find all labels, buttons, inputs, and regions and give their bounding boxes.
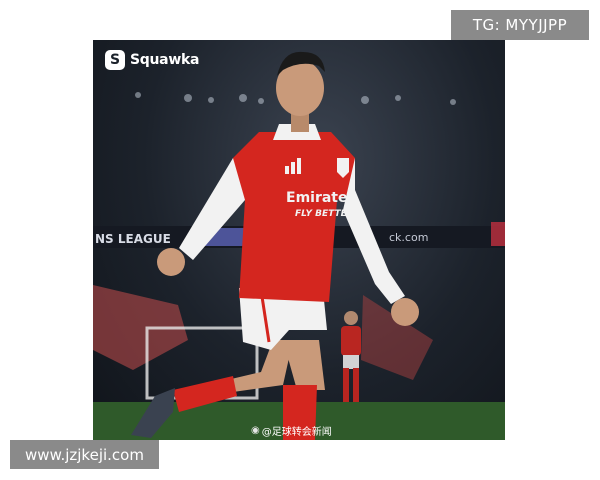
led-board-edge — [491, 222, 505, 246]
squawka-logo: S Squawka — [105, 50, 199, 70]
kit-sponsor-line2: FLY BETTER — [295, 209, 354, 219]
football-photo: NS LEAGUE ck.com Emirates FLY BETTER S S… — [93, 40, 505, 440]
photo-scene: NS LEAGUE ck.com Emirates FLY BETTER — [93, 51, 505, 440]
squawka-icon: S — [105, 50, 125, 70]
squawka-wordmark: Squawka — [130, 52, 200, 68]
weibo-icon: ◉ — [251, 425, 260, 436]
led-board-text: NS LEAGUE — [95, 232, 171, 246]
telegram-watermark: TG: MYYJJPP — [451, 10, 589, 40]
background-player — [341, 311, 361, 402]
weibo-credit: ◉ @足球转会新闻 — [251, 423, 332, 438]
weibo-credit-text: @足球转会新闻 — [261, 427, 332, 438]
led-board-text-right: ck.com — [389, 231, 428, 244]
site-watermark: www.jzjkeji.com — [10, 440, 159, 469]
kit-sponsor-line1: Emirates — [286, 190, 356, 206]
